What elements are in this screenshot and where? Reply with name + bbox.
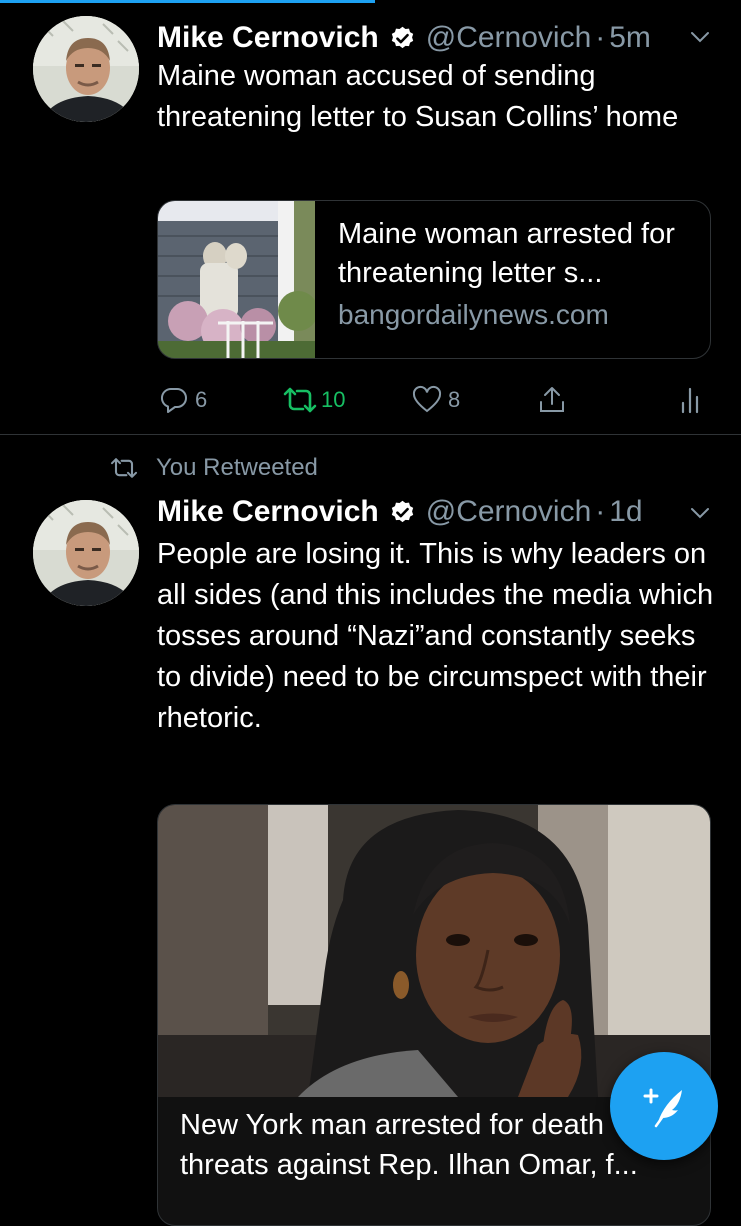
tweet-1[interactable]: Mike Cernovich @Cernovich · 5m Maine wom…: [0, 16, 741, 434]
heart-icon: [412, 386, 442, 413]
card-image: [158, 805, 710, 1097]
reply-count: 6: [195, 387, 208, 412]
reply-button[interactable]: 6: [159, 380, 207, 420]
author-name[interactable]: Mike Cernovich: [157, 21, 379, 55]
author-name[interactable]: Mike Cernovich: [157, 495, 379, 529]
card-thumbnail: [158, 201, 315, 358]
author-handle[interactable]: @Cernovich: [426, 21, 592, 55]
separator: ·: [595, 21, 606, 54]
author-avatar[interactable]: [33, 500, 139, 606]
media-link-card[interactable]: New York man arrested for death threats …: [157, 804, 711, 1226]
tweet-actions: 6 10 8: [157, 380, 717, 420]
reply-icon: [160, 387, 187, 413]
analytics-button[interactable]: [677, 380, 707, 420]
author-handle[interactable]: @Cernovich: [426, 495, 592, 529]
link-preview-card[interactable]: Maine woman arrested for threatening let…: [157, 200, 711, 359]
tweet-header: Mike Cernovich @Cernovich · 1d: [157, 490, 643, 534]
tweet-time[interactable]: 5m: [609, 21, 651, 55]
loading-progress-bar: [0, 0, 375, 3]
compose-tweet-icon: [643, 1088, 682, 1128]
verified-badge-icon: [389, 25, 416, 52]
tweet-text: People are losing it. This is why leader…: [157, 538, 722, 734]
like-button[interactable]: 8: [412, 380, 460, 420]
author-avatar[interactable]: [33, 16, 139, 122]
retweet-button[interactable]: 10: [283, 380, 345, 420]
retweet-context-label: You Retweeted: [156, 454, 318, 481]
separator: ·: [595, 495, 606, 528]
tweet-text: Maine woman accused of sending threateni…: [157, 60, 679, 133]
retweet-count: 10: [321, 387, 346, 412]
retweet-icon: [110, 458, 138, 478]
share-icon: [540, 387, 564, 412]
chevron-down-icon[interactable]: [689, 502, 711, 524]
verified-badge-icon: [389, 499, 416, 526]
tweet-divider: [0, 434, 741, 435]
card-title: Maine woman arrested for threatening let…: [338, 218, 675, 289]
tweet-header: Mike Cernovich @Cernovich · 5m: [157, 16, 651, 60]
chevron-down-icon[interactable]: [689, 26, 711, 48]
card-domain: bangordailynews.com: [338, 299, 609, 330]
retweet-context: You Retweeted: [110, 453, 318, 483]
retweet-icon: [283, 387, 317, 413]
tweet-time[interactable]: 1d: [609, 495, 642, 529]
share-button[interactable]: [537, 380, 567, 420]
analytics-icon: [681, 387, 699, 414]
like-count: 8: [448, 387, 461, 412]
compose-tweet-button[interactable]: [610, 1052, 718, 1160]
